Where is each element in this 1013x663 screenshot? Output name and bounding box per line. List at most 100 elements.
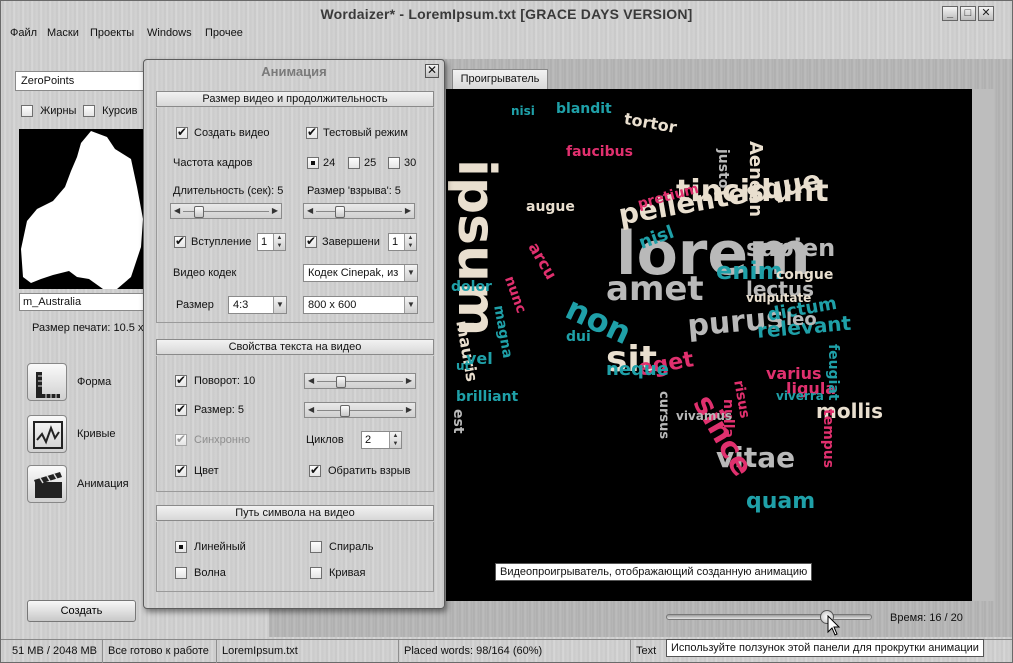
app-window: Wordaizer* - LoremIpsum.txt [GRACE DAYS … [0, 0, 1013, 663]
fps-25-label: 25 [364, 157, 377, 169]
sync-checkbox [175, 432, 187, 446]
intro-spin-buttons[interactable]: ▲ ▼ [273, 234, 285, 250]
ruler-icon[interactable] [27, 363, 67, 401]
menu-file[interactable]: Файл [10, 27, 37, 39]
cycles-value: 2 [365, 434, 372, 446]
clapperboard-icon[interactable] [27, 465, 67, 503]
cloud-word: tempus [820, 409, 836, 469]
path-group [156, 522, 434, 592]
outro-checkbox[interactable] [305, 234, 317, 248]
path-linear-radio[interactable] [175, 541, 187, 553]
duration-slider-thumb[interactable] [194, 206, 205, 218]
slider-tooltip: Используйте ползунок этой панели для про… [666, 639, 984, 657]
cycles-spin-buttons[interactable]: ▲ ▼ [389, 432, 401, 448]
close-window-button[interactable]: ✕ [978, 6, 994, 21]
rotation-label: Поворот: 10 [194, 375, 256, 387]
cloud-word: augue [526, 199, 575, 215]
outro-spin-buttons[interactable]: ▲ ▼ [404, 234, 416, 250]
video-scrollbar[interactable] [972, 89, 994, 601]
menu-masks[interactable]: Маски [47, 27, 79, 39]
cloud-word: cursus [656, 391, 671, 440]
duration-slider[interactable]: ◀ ▶ [170, 203, 282, 219]
mask-name-field[interactable]: m_Australia [19, 293, 145, 311]
status-memory: 51 MB / 2048 MB [7, 640, 103, 663]
title-bar[interactable]: Wordaizer* - LoremIpsum.txt [GRACE DAYS … [1, 1, 1012, 27]
fps-25-radio[interactable] [348, 157, 360, 169]
chevron-down-icon[interactable]: ▼ [404, 265, 417, 281]
text-size-label: Размер: 5 [194, 404, 245, 416]
outro-spinner[interactable]: 1 ▲ ▼ [388, 233, 417, 251]
rotation-checkbox[interactable] [175, 373, 187, 387]
test-mode-label: Тестовый режим [323, 127, 408, 139]
test-mode-checkbox[interactable] [306, 125, 318, 139]
color-checkbox[interactable] [175, 463, 187, 477]
create-video-checkbox[interactable] [176, 125, 188, 139]
shape-tool[interactable]: Форма [27, 363, 147, 403]
fps-30-label: 30 [404, 157, 417, 169]
maximize-button[interactable]: □ [960, 6, 976, 21]
mask-preview [19, 129, 145, 289]
resolution-select[interactable]: 800 x 600 ▼ [303, 296, 418, 314]
cloud-word: faucibus [566, 144, 633, 160]
reverse-checkbox[interactable] [309, 463, 321, 477]
cloud-word: feugiat [825, 344, 841, 401]
cloud-word: vulputate [746, 291, 812, 305]
codec-select[interactable]: Кодек Cinepak, из ▼ [303, 264, 418, 282]
size-label: Размер [176, 299, 214, 311]
shape-label: Форма [77, 376, 112, 388]
size-slider-thumb[interactable] [339, 405, 350, 417]
create-button[interactable]: Создать [27, 600, 136, 622]
australia-mask-image [21, 131, 143, 289]
bold-option[interactable]: Жирны [21, 105, 77, 118]
minimize-button[interactable]: _ [942, 6, 958, 21]
outro-label: Завершени [322, 236, 380, 248]
mask-select[interactable]: ZeroPoints [15, 71, 155, 91]
intro-checkbox[interactable] [174, 234, 186, 248]
tab-player[interactable]: Проигрыватель [452, 69, 548, 89]
animation-label: Анимация [77, 478, 129, 490]
menu-windows[interactable]: Windows [147, 27, 192, 39]
time-slider[interactable] [666, 610, 872, 624]
aspect-select[interactable]: 4:3 ▼ [228, 296, 287, 314]
menu-other[interactable]: Прочее [205, 27, 243, 39]
size-slider[interactable]: ◀ ▶ [304, 402, 416, 418]
window-title: Wordaizer* - LoremIpsum.txt [GRACE DAYS … [320, 6, 693, 22]
cloud-word: leo [786, 309, 817, 330]
status-placed: Placed words: 98/164 (60%) [399, 640, 631, 663]
close-icon[interactable]: ✕ [425, 64, 439, 78]
fps-30-radio[interactable] [388, 157, 400, 169]
time-track[interactable] [666, 614, 872, 620]
video-group-heading: Размер видео и продолжительность [156, 91, 434, 107]
fps-24-label: 24 [323, 157, 336, 169]
path-wave-radio[interactable] [175, 567, 187, 579]
print-size-label: Размер печати: 10.5 x [32, 322, 144, 334]
fps-24-radio[interactable] [307, 157, 319, 169]
animation-tool[interactable]: Анимация [27, 465, 147, 505]
rotation-slider-thumb[interactable] [336, 376, 346, 388]
cloud-word: magna [490, 304, 516, 360]
bold-checkbox[interactable] [21, 105, 33, 118]
menu-projects[interactable]: Проекты [90, 27, 134, 39]
rotation-slider[interactable]: ◀ ▶ [304, 373, 416, 389]
bold-label: Жирны [40, 105, 77, 117]
chevron-down-icon[interactable]: ▼ [404, 297, 417, 313]
intro-spinner[interactable]: 1 ▲ ▼ [257, 233, 286, 251]
chevron-down-icon[interactable]: ▼ [273, 297, 286, 313]
path-spiral-label: Спираль [329, 541, 374, 553]
cycles-spinner[interactable]: 2 ▲ ▼ [361, 431, 402, 449]
curve-icon[interactable] [27, 415, 67, 453]
burst-slider-thumb[interactable] [335, 206, 345, 218]
curves-tool[interactable]: Кривые [27, 415, 147, 455]
size-checkbox[interactable] [175, 402, 187, 416]
italic-checkbox[interactable] [83, 105, 95, 118]
burst-slider[interactable]: ◀ ▶ [303, 203, 415, 219]
cloud-word: neque [606, 359, 669, 380]
path-curve-radio[interactable] [310, 567, 322, 579]
cloud-word: justo [715, 149, 731, 189]
italic-option[interactable]: Курсив [83, 105, 137, 118]
path-spiral-radio[interactable] [310, 541, 322, 553]
status-text: Text [636, 645, 657, 657]
cloud-word: ut [456, 359, 471, 373]
video-player[interactable]: lorem ipsum amet tincidunt pellentesque purus… [446, 89, 972, 601]
cloud-word: dolor [451, 279, 492, 295]
